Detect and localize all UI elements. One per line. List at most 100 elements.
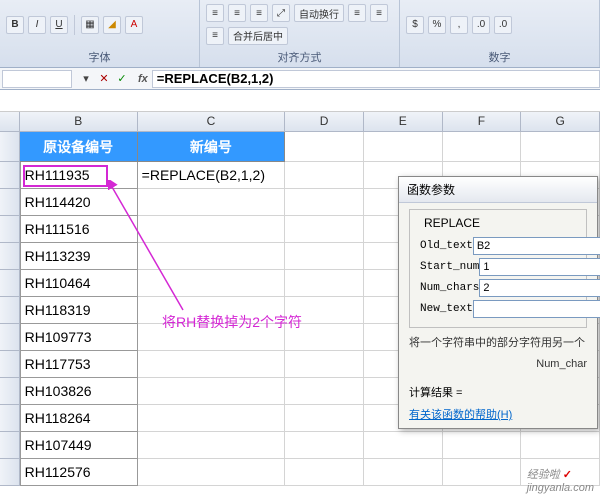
cell-formula[interactable] [138, 459, 285, 486]
cell-id[interactable]: RH110464 [20, 270, 138, 297]
col-header-g[interactable]: G [521, 112, 600, 132]
cell-id[interactable]: RH113239 [20, 243, 138, 270]
align-center-button[interactable]: ≡ [370, 4, 388, 22]
row-header[interactable] [0, 243, 20, 270]
underline-button[interactable]: U [50, 16, 68, 34]
cell[interactable] [285, 243, 364, 270]
dropdown-icon[interactable]: ▾ [78, 71, 94, 87]
decrease-decimal-button[interactable]: .0 [494, 16, 512, 34]
cell[interactable] [521, 132, 600, 162]
cell[interactable] [285, 189, 364, 216]
cell[interactable] [285, 132, 364, 162]
cell-formula[interactable] [138, 270, 285, 297]
cell[interactable] [285, 405, 364, 432]
italic-button[interactable]: I [28, 16, 46, 34]
cell-id[interactable]: RH112576 [20, 459, 138, 486]
cell-formula[interactable] [138, 432, 285, 459]
cell-formula[interactable] [138, 297, 285, 324]
align-top-button[interactable]: ≡ [206, 4, 224, 22]
dialog-help-link[interactable]: 有关该函数的帮助(H) [409, 409, 512, 421]
cell-formula[interactable] [138, 189, 285, 216]
header-cell-b[interactable]: 原设备编号 [20, 132, 138, 162]
cell[interactable] [443, 132, 522, 162]
percent-button[interactable]: % [428, 16, 446, 34]
currency-button[interactable]: $ [406, 16, 424, 34]
input-start-num[interactable] [479, 258, 600, 276]
align-bottom-button[interactable]: ≡ [250, 4, 268, 22]
name-box[interactable] [2, 70, 72, 88]
row-header[interactable] [0, 189, 20, 216]
cell[interactable] [285, 297, 364, 324]
cell[interactable] [364, 459, 443, 486]
cell-id[interactable]: RH117753 [20, 351, 138, 378]
function-name-legend: REPLACE [422, 216, 482, 230]
col-header-e[interactable]: E [364, 112, 443, 132]
formula-input[interactable]: =REPLACE(B2,1,2) [152, 70, 600, 88]
font-color-button[interactable]: A [125, 16, 143, 34]
row-header[interactable] [0, 405, 20, 432]
border-button[interactable]: ▦ [81, 16, 99, 34]
cell[interactable] [285, 162, 364, 189]
select-all-corner[interactable] [0, 112, 20, 132]
merge-center-button[interactable]: 合并后居中 [228, 27, 288, 45]
cell[interactable] [443, 459, 522, 486]
align-middle-button[interactable]: ≡ [228, 4, 246, 22]
row-header[interactable] [0, 432, 20, 459]
orientation-button[interactable]: ⤢ [272, 4, 290, 22]
cell-id[interactable]: RH109773 [20, 324, 138, 351]
cell-formula[interactable]: =REPLACE(B2,1,2) [138, 162, 285, 189]
label-start-num: Start_num [420, 261, 479, 273]
input-new-text[interactable] [473, 300, 600, 318]
align-right-button[interactable]: ≡ [206, 27, 224, 45]
increase-decimal-button[interactable]: .0 [472, 16, 490, 34]
cell[interactable] [285, 432, 364, 459]
wrap-text-button[interactable]: 自动换行 [294, 4, 344, 22]
cell-id[interactable]: RH114420 [20, 189, 138, 216]
cell[interactable] [285, 459, 364, 486]
cell-id[interactable]: RH111516 [20, 216, 138, 243]
col-header-c[interactable]: C [138, 112, 286, 132]
fill-color-button[interactable]: ◢ [103, 16, 121, 34]
cell-id[interactable]: RH118319 [20, 297, 138, 324]
col-header-b[interactable]: B [20, 112, 138, 132]
cell[interactable] [364, 132, 443, 162]
cell[interactable] [285, 324, 364, 351]
row-header[interactable] [0, 270, 20, 297]
row-header[interactable] [0, 297, 20, 324]
comma-button[interactable]: , [450, 16, 468, 34]
cell-id[interactable]: RH111935 [20, 162, 138, 189]
cell[interactable] [285, 270, 364, 297]
cell-formula[interactable] [138, 405, 285, 432]
row-header[interactable] [0, 216, 20, 243]
cell-id[interactable]: RH107449 [20, 432, 138, 459]
cell[interactable] [521, 432, 600, 459]
cell-formula[interactable] [138, 243, 285, 270]
row-header[interactable] [0, 324, 20, 351]
col-header-f[interactable]: F [443, 112, 522, 132]
row-header[interactable] [0, 162, 20, 189]
cell[interactable] [364, 432, 443, 459]
cell[interactable] [443, 432, 522, 459]
cell[interactable] [285, 378, 364, 405]
cell-formula[interactable] [138, 378, 285, 405]
cell-formula[interactable] [138, 216, 285, 243]
confirm-icon[interactable]: ✓ [114, 71, 130, 87]
cancel-icon[interactable]: ✕ [96, 71, 112, 87]
input-old-text[interactable] [473, 237, 600, 255]
cell-id[interactable]: RH118264 [20, 405, 138, 432]
cell[interactable] [285, 351, 364, 378]
row-header[interactable] [0, 378, 20, 405]
bold-button[interactable]: B [6, 16, 24, 34]
col-header-d[interactable]: D [285, 112, 364, 132]
align-left-button[interactable]: ≡ [348, 4, 366, 22]
row-header[interactable] [0, 351, 20, 378]
cell-formula[interactable] [138, 351, 285, 378]
cell[interactable] [285, 216, 364, 243]
row-header[interactable] [0, 459, 20, 486]
row-header[interactable] [0, 132, 20, 162]
cell-id[interactable]: RH103826 [20, 378, 138, 405]
header-cell-c[interactable]: 新编号 [138, 132, 285, 162]
fx-icon[interactable]: fx [138, 73, 148, 85]
cell-formula[interactable] [138, 324, 285, 351]
input-num-chars[interactable] [479, 279, 600, 297]
